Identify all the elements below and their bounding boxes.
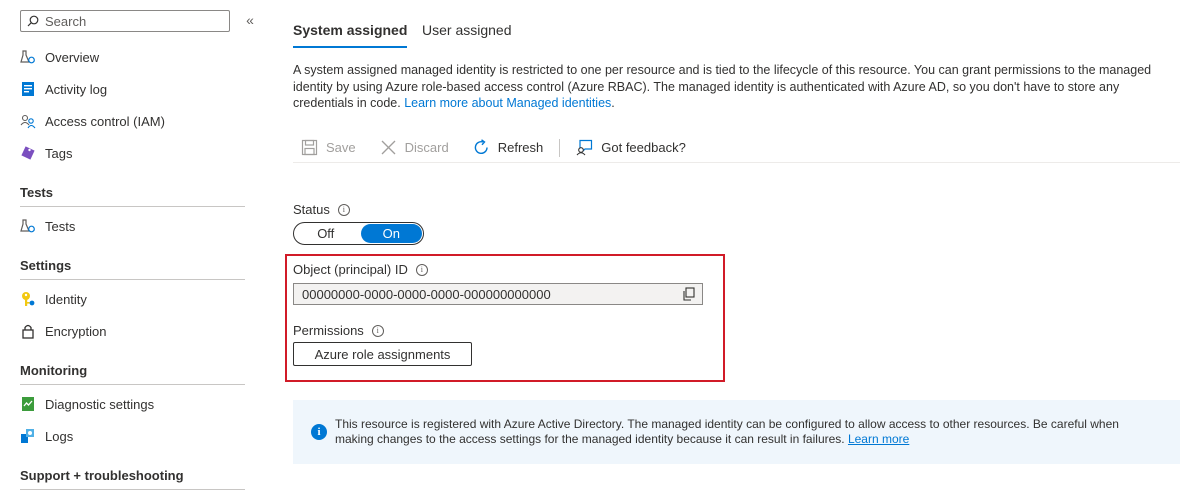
status-label: Status	[293, 202, 330, 217]
search-input[interactable]	[45, 13, 215, 29]
description: A system assigned managed identity is re…	[293, 62, 1183, 112]
main-content: System assigned User assigned A system a…	[285, 0, 1183, 492]
tag-icon	[20, 145, 36, 161]
banner-learn-more-link[interactable]: Learn more	[848, 432, 909, 446]
refresh-label: Refresh	[497, 140, 544, 155]
feedback-label: Got feedback?	[601, 140, 686, 155]
diagnostic-icon	[20, 396, 36, 412]
permissions-label: Permissions	[293, 323, 364, 338]
close-icon	[381, 140, 396, 155]
tab-user-assigned[interactable]: User assigned	[422, 22, 512, 48]
permissions-label-row: Permissions i	[293, 323, 384, 338]
sidebar-item-label: Overview	[45, 49, 100, 65]
status-on-option[interactable]: On	[360, 224, 422, 243]
sidebar-item-label: Identity	[45, 291, 87, 307]
sidebar-item-access-control[interactable]: Access control (IAM)	[20, 109, 165, 133]
section-heading-monitoring: Monitoring	[20, 363, 245, 385]
feedback-icon	[576, 139, 593, 156]
save-button[interactable]: Save	[293, 139, 356, 156]
sidebar-search[interactable]	[20, 10, 230, 32]
sidebar-item-label: Diagnostic settings	[45, 396, 155, 412]
discard-label: Discard	[404, 140, 449, 155]
sidebar-item-logs[interactable]: Logs	[20, 424, 73, 448]
info-icon[interactable]: i	[371, 324, 384, 337]
azure-role-assignments-button[interactable]: Azure role assignments	[293, 342, 472, 366]
logs-icon	[20, 428, 36, 444]
tab-system-assigned[interactable]: System assigned	[293, 22, 408, 48]
sidebar: « Overview Activity log Access control (…	[0, 0, 262, 492]
feedback-button[interactable]: Got feedback?	[568, 139, 686, 156]
sidebar-item-diagnostic-settings[interactable]: Diagnostic settings	[20, 392, 154, 416]
discard-button[interactable]: Discard	[372, 139, 449, 156]
info-banner: i This resource is registered with Azure…	[293, 400, 1180, 464]
save-icon	[301, 139, 318, 156]
tests-icon	[20, 218, 36, 234]
sidebar-item-tags[interactable]: Tags	[20, 141, 72, 165]
banner-message: This resource is registered with Azure A…	[335, 417, 1119, 446]
iam-icon	[20, 113, 36, 129]
sidebar-item-label: Encryption	[45, 323, 107, 339]
refresh-button[interactable]: Refresh	[465, 139, 544, 156]
description-suffix: .	[611, 96, 615, 110]
sidebar-item-label: Access control (IAM)	[45, 113, 165, 129]
learn-more-managed-identities-link[interactable]: Learn more about Managed identities	[404, 96, 611, 110]
status-off-option[interactable]: Off	[295, 224, 357, 243]
sidebar-item-activity-log[interactable]: Activity log	[20, 77, 107, 101]
section-heading-tests: Tests	[20, 185, 245, 207]
status-toggle[interactable]: Off On	[293, 222, 424, 245]
activity-log-icon	[20, 81, 36, 97]
overview-icon	[20, 49, 36, 65]
collapse-sidebar-button[interactable]: «	[242, 11, 258, 29]
refresh-icon	[474, 139, 488, 154]
sidebar-item-tests[interactable]: Tests	[20, 214, 75, 238]
sidebar-item-label: Activity log	[45, 81, 108, 97]
object-id-field[interactable]: 00000000-0000-0000-0000-000000000000	[293, 283, 703, 305]
info-filled-icon: i	[311, 424, 327, 440]
copy-icon[interactable]	[682, 287, 696, 301]
info-icon[interactable]: i	[415, 263, 428, 276]
sidebar-item-label: Tests	[45, 218, 76, 234]
save-label: Save	[326, 140, 356, 155]
section-heading-settings: Settings	[20, 258, 245, 280]
banner-text: This resource is registered with Azure A…	[335, 417, 1160, 447]
search-icon	[27, 15, 39, 27]
status-label-row: Status i	[293, 202, 350, 217]
toolbar-divider	[559, 138, 561, 157]
identity-key-icon	[20, 291, 36, 307]
sidebar-item-overview[interactable]: Overview	[20, 45, 99, 69]
section-heading-support: Support + troubleshooting	[20, 468, 245, 490]
sidebar-item-label: Logs	[45, 428, 74, 444]
lock-icon	[20, 323, 36, 339]
info-icon[interactable]: i	[337, 203, 350, 216]
object-id-label-row: Object (principal) ID i	[293, 262, 428, 277]
object-id-value: 00000000-0000-0000-0000-000000000000	[302, 286, 551, 302]
command-bar: Save Discard Refresh Got feedback?	[293, 133, 1180, 163]
sidebar-item-encryption[interactable]: Encryption	[20, 319, 106, 343]
object-id-label: Object (principal) ID	[293, 262, 408, 277]
sidebar-item-identity[interactable]: Identity	[20, 287, 87, 311]
sidebar-item-label: Tags	[45, 145, 73, 161]
